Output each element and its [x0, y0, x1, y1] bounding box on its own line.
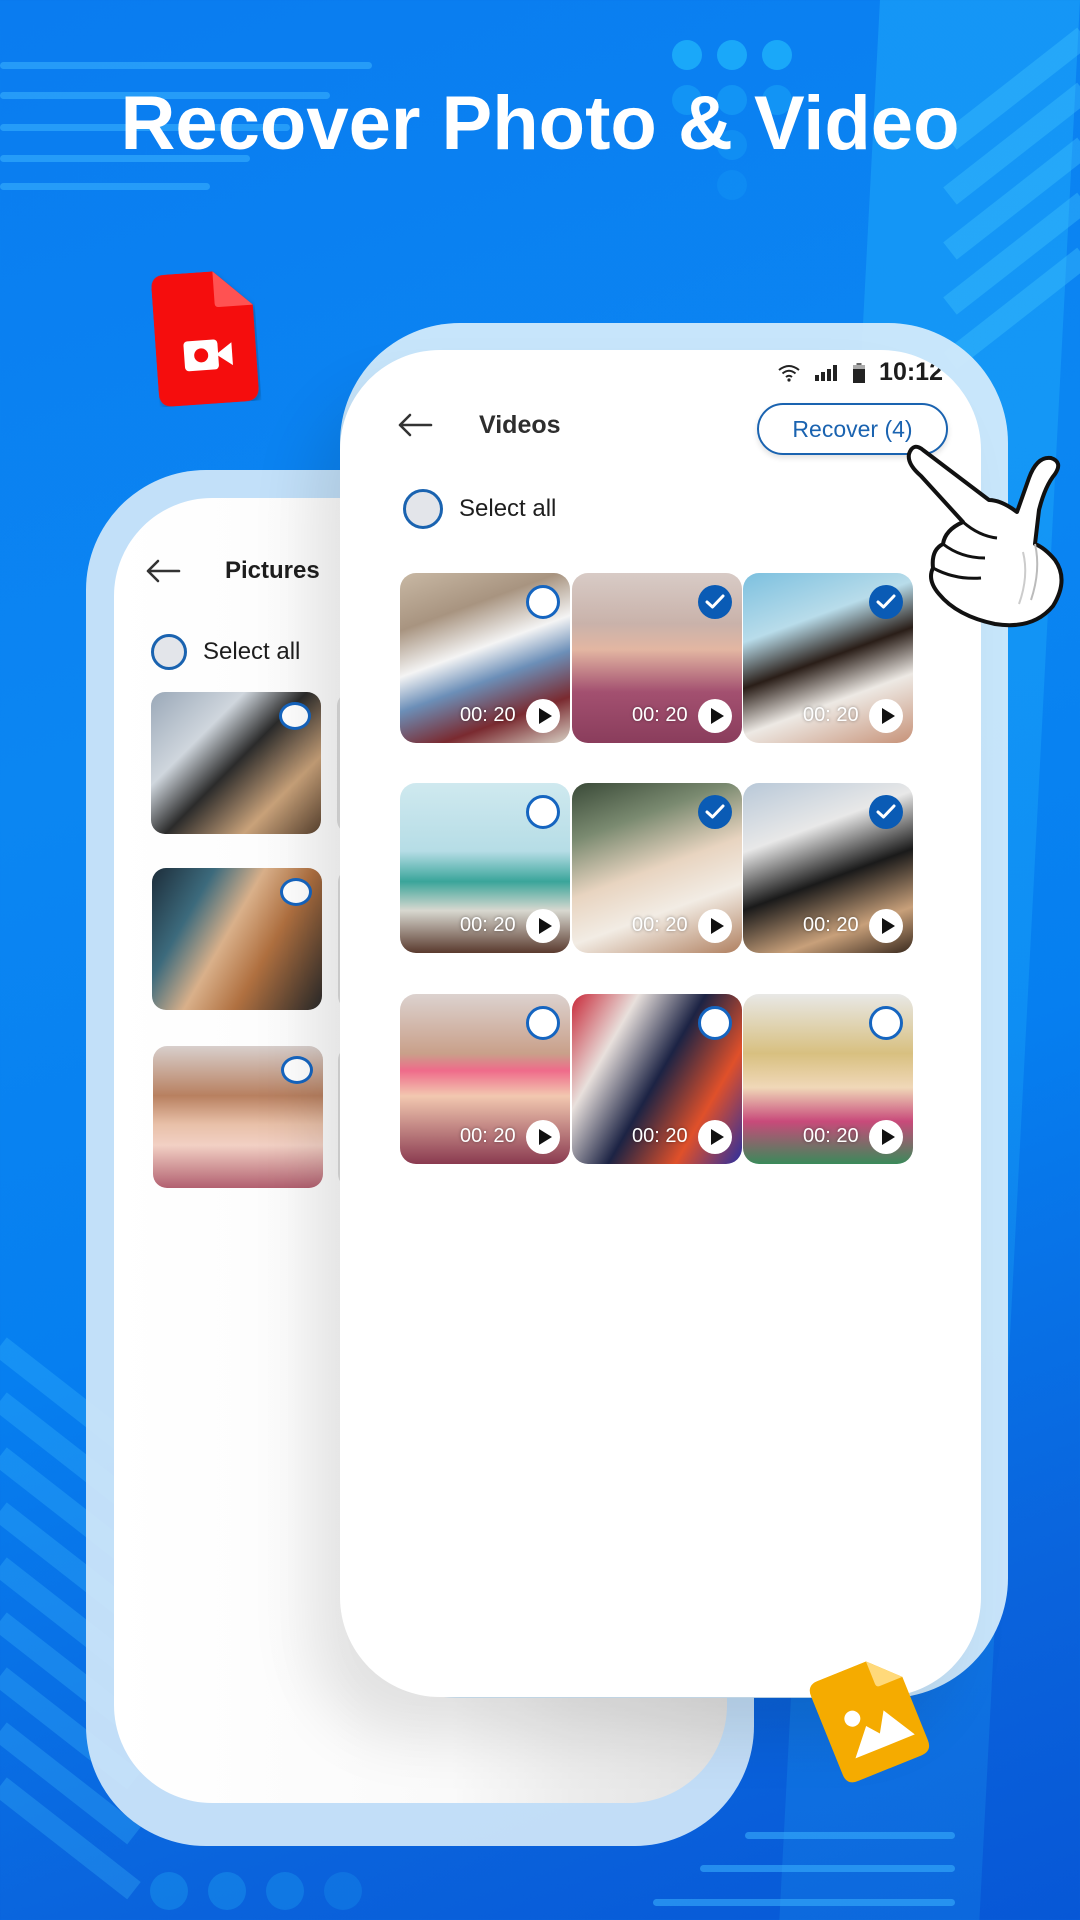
decor-dot: [762, 40, 792, 70]
video-tile[interactable]: 00: 20: [400, 783, 570, 953]
play-icon[interactable]: [698, 1120, 732, 1154]
picture-tile[interactable]: [152, 868, 322, 1010]
video-checkbox-checked[interactable]: [869, 795, 903, 829]
play-icon[interactable]: [869, 699, 903, 733]
video-duration: 00: 20: [632, 1125, 688, 1147]
decor-line: [653, 1899, 955, 1906]
video-checkbox-checked[interactable]: [698, 585, 732, 619]
select-all-label: Select all: [459, 495, 557, 522]
picture-tile[interactable]: [153, 1046, 323, 1188]
decor-dot: [150, 1872, 188, 1910]
video-checkbox[interactable]: [869, 1006, 903, 1040]
video-duration: 00: 20: [803, 914, 859, 936]
status-bar: 10:12: [777, 358, 943, 387]
picture-tile[interactable]: [151, 692, 321, 834]
check-icon: [876, 804, 896, 819]
select-all-circle[interactable]: [151, 634, 187, 670]
check-icon: [876, 594, 896, 609]
video-duration: 00: 20: [803, 704, 859, 726]
decor-dot: [672, 40, 702, 70]
decor-dot: [208, 1872, 246, 1910]
videos-screen: 10:12 Videos Recover (4) Select all 00: …: [340, 350, 981, 1697]
wifi-icon: [778, 364, 800, 382]
video-checkbox[interactable]: [526, 1006, 560, 1040]
clock: 10:12: [879, 358, 943, 386]
play-icon[interactable]: [869, 909, 903, 943]
decor-dot: [717, 170, 747, 200]
picture-checkbox[interactable]: [279, 702, 311, 730]
video-tile[interactable]: 00: 20: [743, 783, 913, 953]
video-duration: 00: 20: [632, 914, 688, 936]
video-duration: 00: 20: [632, 704, 688, 726]
pointing-hand-icon: [905, 440, 1070, 630]
decor-dot: [717, 40, 747, 70]
back-button[interactable]: [393, 403, 437, 447]
check-icon: [705, 804, 725, 819]
decor-dot: [266, 1872, 304, 1910]
picture-checkbox[interactable]: [280, 878, 312, 906]
decor-line: [745, 1832, 955, 1839]
decor-line: [700, 1865, 955, 1872]
video-duration: 00: 20: [460, 704, 516, 726]
select-all-checkbox[interactable]: Select all: [151, 634, 300, 670]
video-tile[interactable]: 00: 20: [743, 573, 913, 743]
back-button[interactable]: [141, 549, 185, 593]
decor-line: [0, 183, 210, 190]
video-checkbox[interactable]: [526, 795, 560, 829]
picture-checkbox[interactable]: [281, 1056, 313, 1084]
select-all-label: Select all: [203, 638, 301, 665]
decor-line: [0, 62, 372, 69]
video-duration: 00: 20: [803, 1125, 859, 1147]
video-checkbox[interactable]: [526, 585, 560, 619]
video-duration: 00: 20: [460, 914, 516, 936]
headline: Recover Photo & Video: [120, 81, 960, 166]
video-tile[interactable]: 00: 20: [400, 573, 570, 743]
video-tile[interactable]: 00: 20: [572, 573, 742, 743]
signal-icon: [815, 364, 838, 381]
play-icon[interactable]: [526, 699, 560, 733]
decor-dot: [324, 1872, 362, 1910]
battery-icon: [853, 362, 866, 383]
play-icon[interactable]: [869, 1120, 903, 1154]
video-checkbox-checked[interactable]: [869, 585, 903, 619]
page-title: Pictures: [225, 557, 320, 584]
video-checkbox-checked[interactable]: [698, 795, 732, 829]
video-checkbox[interactable]: [698, 1006, 732, 1040]
play-icon[interactable]: [698, 699, 732, 733]
arrow-left-icon: [146, 559, 181, 583]
arrow-left-icon: [398, 413, 433, 437]
video-duration: 00: 20: [460, 1125, 516, 1147]
video-tile[interactable]: 00: 20: [572, 783, 742, 953]
select-all-checkbox[interactable]: Select all: [403, 489, 556, 529]
video-file-icon: [151, 269, 262, 408]
video-tile[interactable]: 00: 20: [743, 994, 913, 1164]
check-icon: [705, 594, 725, 609]
play-icon[interactable]: [698, 909, 732, 943]
play-icon[interactable]: [526, 1120, 560, 1154]
video-tile[interactable]: 00: 20: [400, 994, 570, 1164]
select-all-circle[interactable]: [403, 489, 443, 529]
video-tile[interactable]: 00: 20: [572, 994, 742, 1164]
play-icon[interactable]: [526, 909, 560, 943]
page-title: Videos: [479, 411, 561, 439]
